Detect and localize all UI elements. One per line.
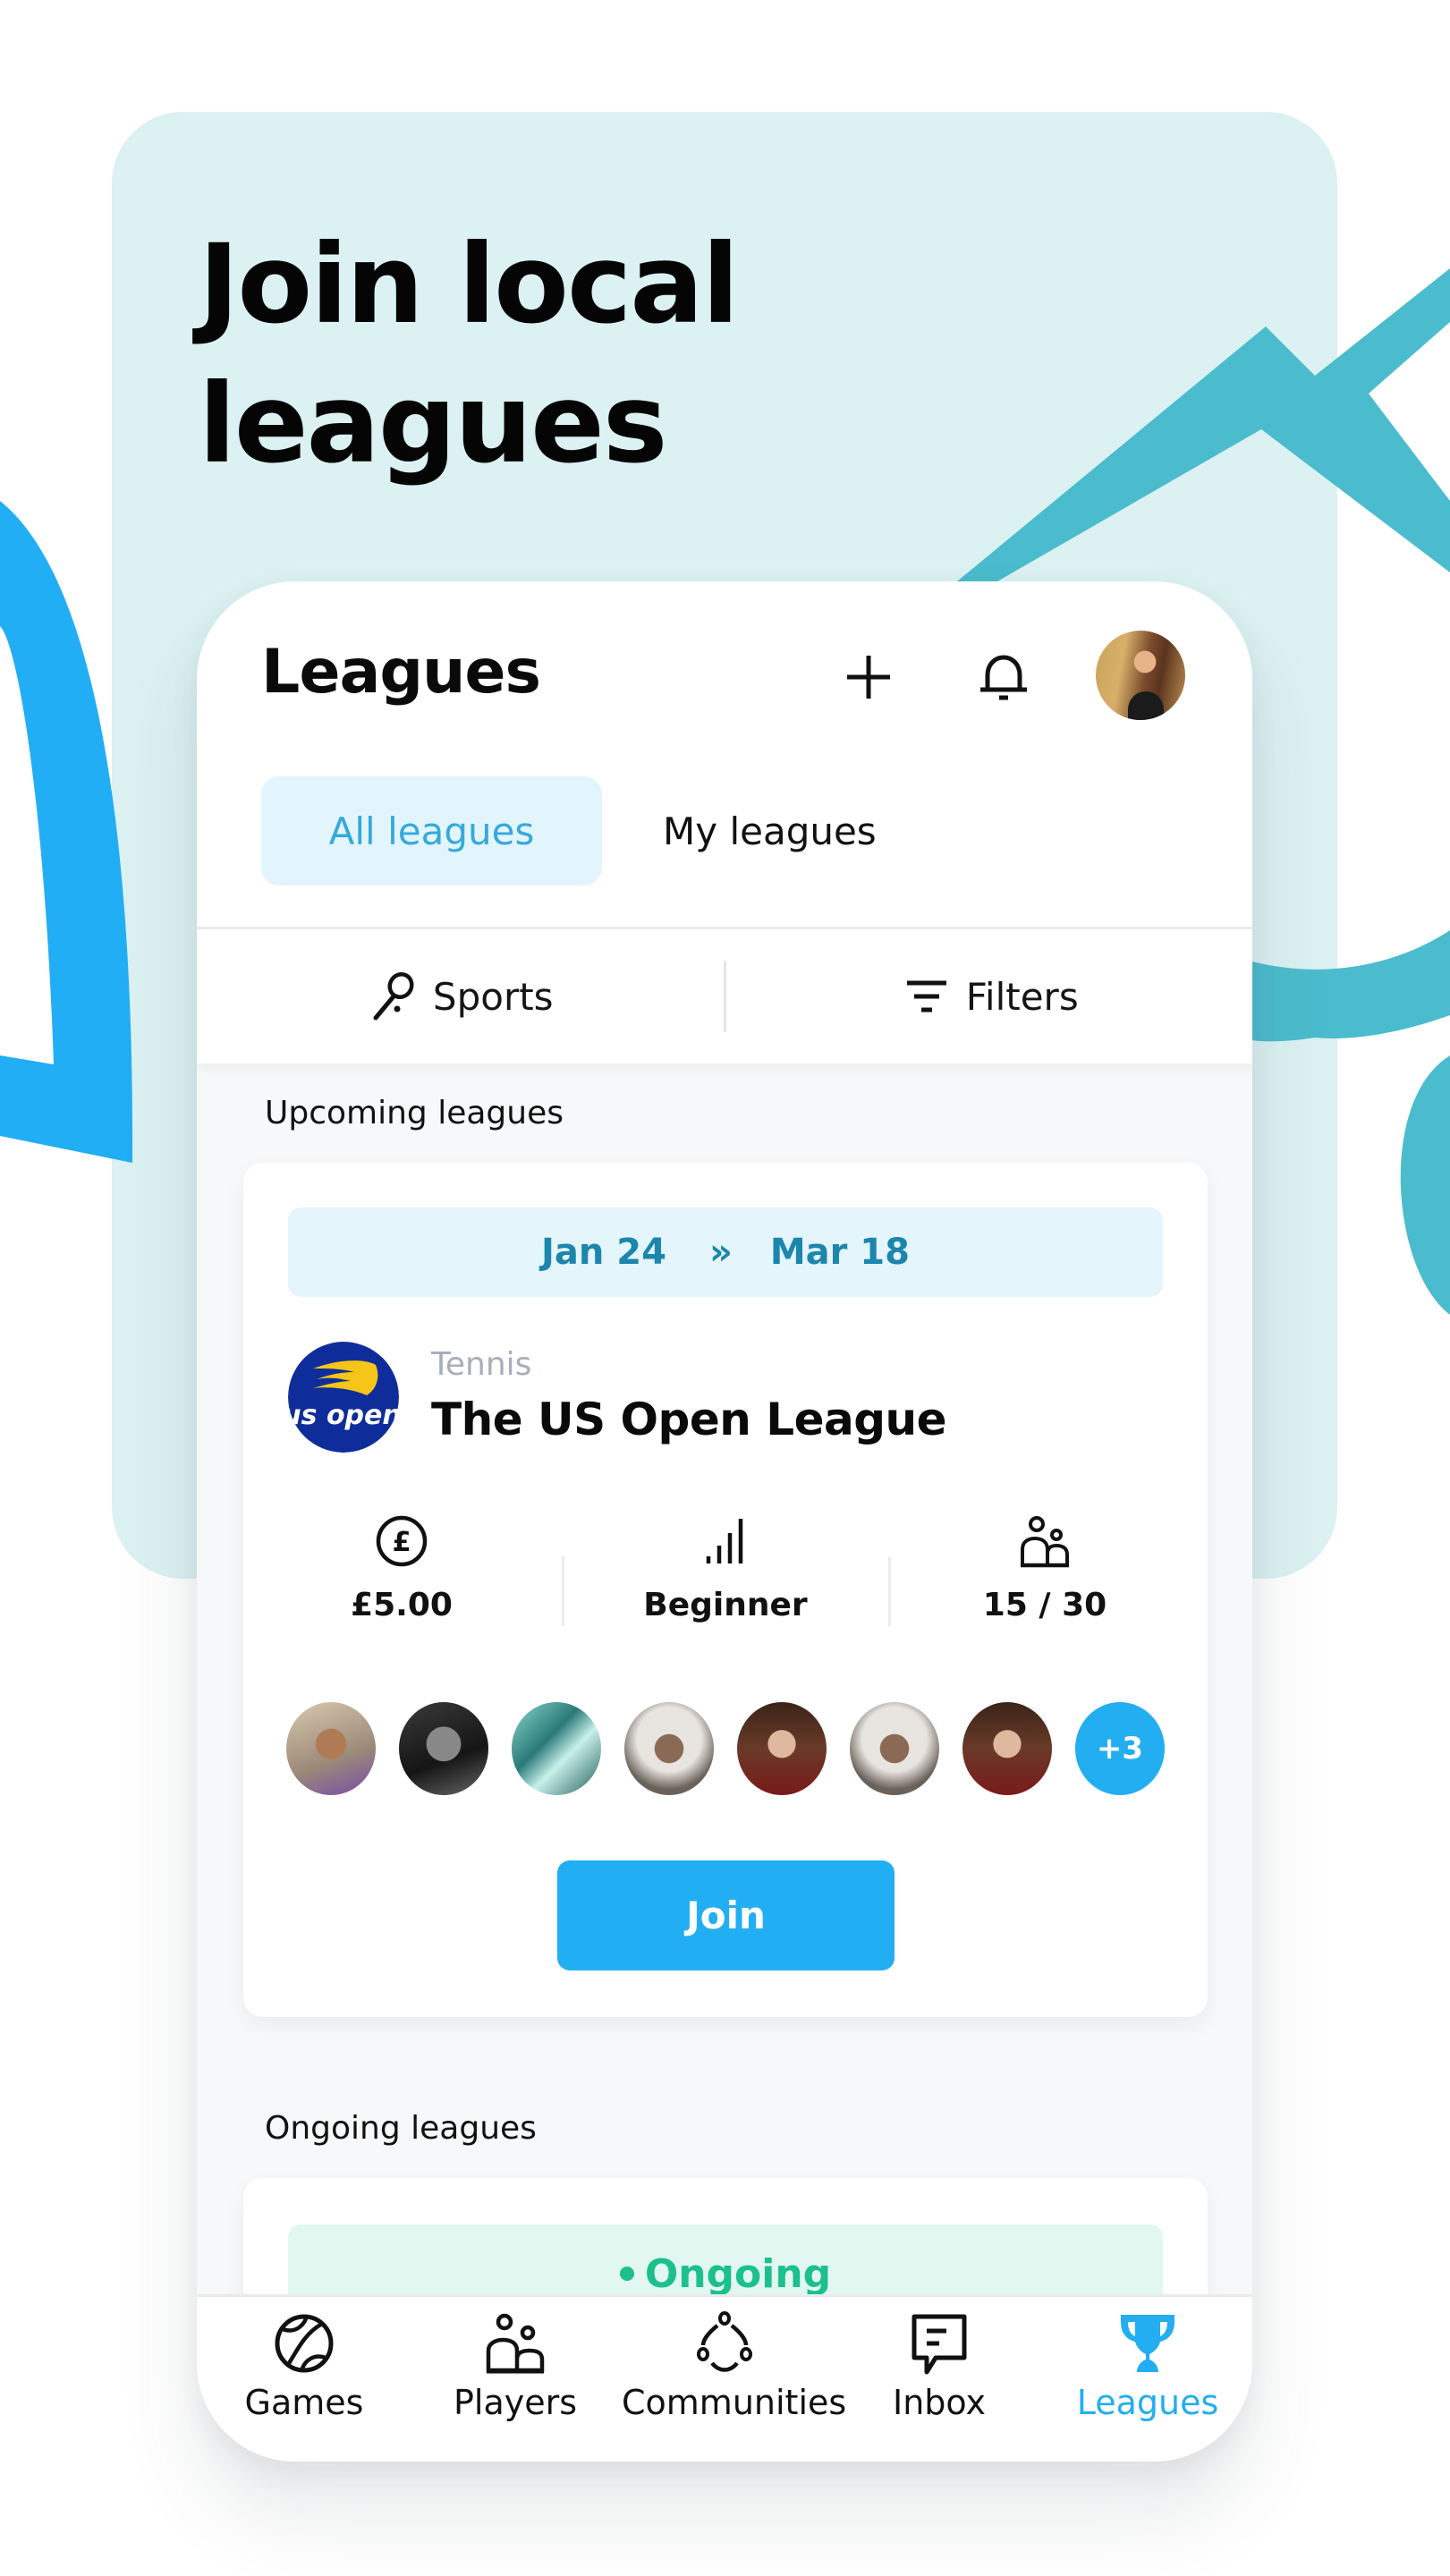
stat-level: Beginner	[591, 1512, 860, 1623]
stat-divider	[562, 1556, 564, 1626]
racket-icon	[373, 971, 414, 1021]
leagues-list: Upcoming leagues Jan 24 » Mar 18 us open…	[197, 1063, 1252, 2446]
bottom-navigation: Games Players Communities Inbox Leagues	[197, 2294, 1252, 2462]
nav-players[interactable]: Players	[412, 2309, 618, 2422]
deco-teal-circle	[1400, 1055, 1450, 1315]
date-range: Jan 24 » Mar 18	[288, 1208, 1163, 1297]
deco-teal-zigzag	[957, 268, 1450, 581]
page-title: Leagues	[261, 637, 541, 708]
trophy-icon	[1121, 2315, 1174, 2372]
skill-level-bars-icon	[706, 1519, 743, 1563]
more-players-badge[interactable]: +3	[1075, 1702, 1165, 1795]
svg-text:£: £	[393, 1527, 411, 1558]
deco-teal-curve	[1252, 930, 1450, 1042]
pound-coin-icon: £	[376, 1515, 428, 1567]
league-tabs: All leagues My leagues	[261, 776, 937, 886]
level-value: Beginner	[643, 1587, 808, 1623]
stat-divider	[888, 1556, 891, 1626]
price-value: £5.00	[351, 1587, 453, 1623]
status-dot-icon	[619, 2267, 634, 2281]
ongoing-status-label: Ongoing	[644, 2250, 832, 2297]
player-avatar[interactable]	[512, 1702, 601, 1795]
nav-communities[interactable]: Communities	[622, 2309, 847, 2422]
tab-all-leagues[interactable]: All leagues	[261, 776, 602, 886]
league-card[interactable]: Jan 24 » Mar 18 us open Tennis The US Op…	[243, 1163, 1208, 2017]
sports-filter-label: Sports	[432, 974, 554, 1019]
profile-avatar[interactable]	[1096, 631, 1185, 720]
deco-blue-arc	[0, 501, 133, 1163]
end-date: Mar 18	[769, 1232, 910, 1273]
stat-price: £ £5.00	[267, 1512, 536, 1623]
double-chevron-right-icon: »	[708, 1232, 733, 1273]
join-button[interactable]: Join	[557, 1860, 895, 1970]
communities-icon	[697, 2311, 752, 2372]
nav-games-label: Games	[244, 2383, 364, 2422]
nav-inbox[interactable]: Inbox	[836, 2309, 1042, 2422]
player-avatar[interactable]	[962, 1702, 1052, 1795]
player-avatar[interactable]	[850, 1702, 939, 1795]
player-avatar[interactable]	[737, 1702, 827, 1795]
players-icon	[1021, 1516, 1069, 1568]
tennis-ball-icon	[275, 2314, 334, 2373]
filter-icon	[906, 980, 946, 1013]
plus-icon	[847, 656, 890, 699]
players-icon	[486, 2313, 545, 2374]
chat-bubble-icon	[912, 2314, 967, 2375]
player-avatar[interactable]	[286, 1702, 376, 1795]
player-avatar[interactable]	[624, 1702, 714, 1795]
headline-line-2: leagues	[199, 360, 667, 487]
nav-leagues-label: Leagues	[1076, 2383, 1219, 2422]
player-avatar[interactable]	[399, 1702, 488, 1795]
notifications-button[interactable]	[972, 646, 1035, 708]
filter-bar: Sports Filters	[197, 929, 1252, 1063]
nav-games[interactable]: Games	[201, 2309, 407, 2422]
sports-filter-button[interactable]: Sports	[197, 929, 724, 1063]
tab-my-leagues[interactable]: My leagues	[602, 776, 937, 886]
phone-screen: Leagues All leagues My leagues Sports Fi…	[197, 581, 1252, 2462]
filters-button[interactable]: Filters	[726, 929, 1253, 1063]
joined-players: +3	[286, 1702, 1165, 1795]
bell-icon	[980, 655, 1027, 700]
app-header: Leagues All leagues My leagues	[197, 581, 1252, 930]
nav-communities-label: Communities	[622, 2383, 847, 2422]
league-stats: £ £5.00 Beginner 15 / 30	[243, 1512, 1208, 1646]
headline-line-1: Join local	[199, 221, 739, 348]
us-open-logo: us open	[288, 1342, 399, 1453]
add-button[interactable]	[837, 646, 900, 708]
start-date: Jan 24	[541, 1232, 666, 1273]
stat-capacity: 15 / 30	[911, 1512, 1179, 1623]
capacity-value: 15 / 30	[982, 1587, 1107, 1623]
nav-inbox-label: Inbox	[893, 2383, 986, 2422]
upcoming-leagues-heading: Upcoming leagues	[265, 1095, 564, 1131]
nav-leagues[interactable]: Leagues	[1045, 2309, 1251, 2422]
promo-headline: Join local leagues	[199, 215, 739, 494]
nav-players-label: Players	[453, 2383, 578, 2422]
league-name: The US Open League	[431, 1394, 947, 1445]
ongoing-leagues-heading: Ongoing leagues	[265, 2110, 537, 2147]
us-open-logo-text: us open	[288, 1400, 399, 1431]
filters-label: Filters	[965, 974, 1079, 1019]
league-sport: Tennis	[431, 1346, 532, 1383]
